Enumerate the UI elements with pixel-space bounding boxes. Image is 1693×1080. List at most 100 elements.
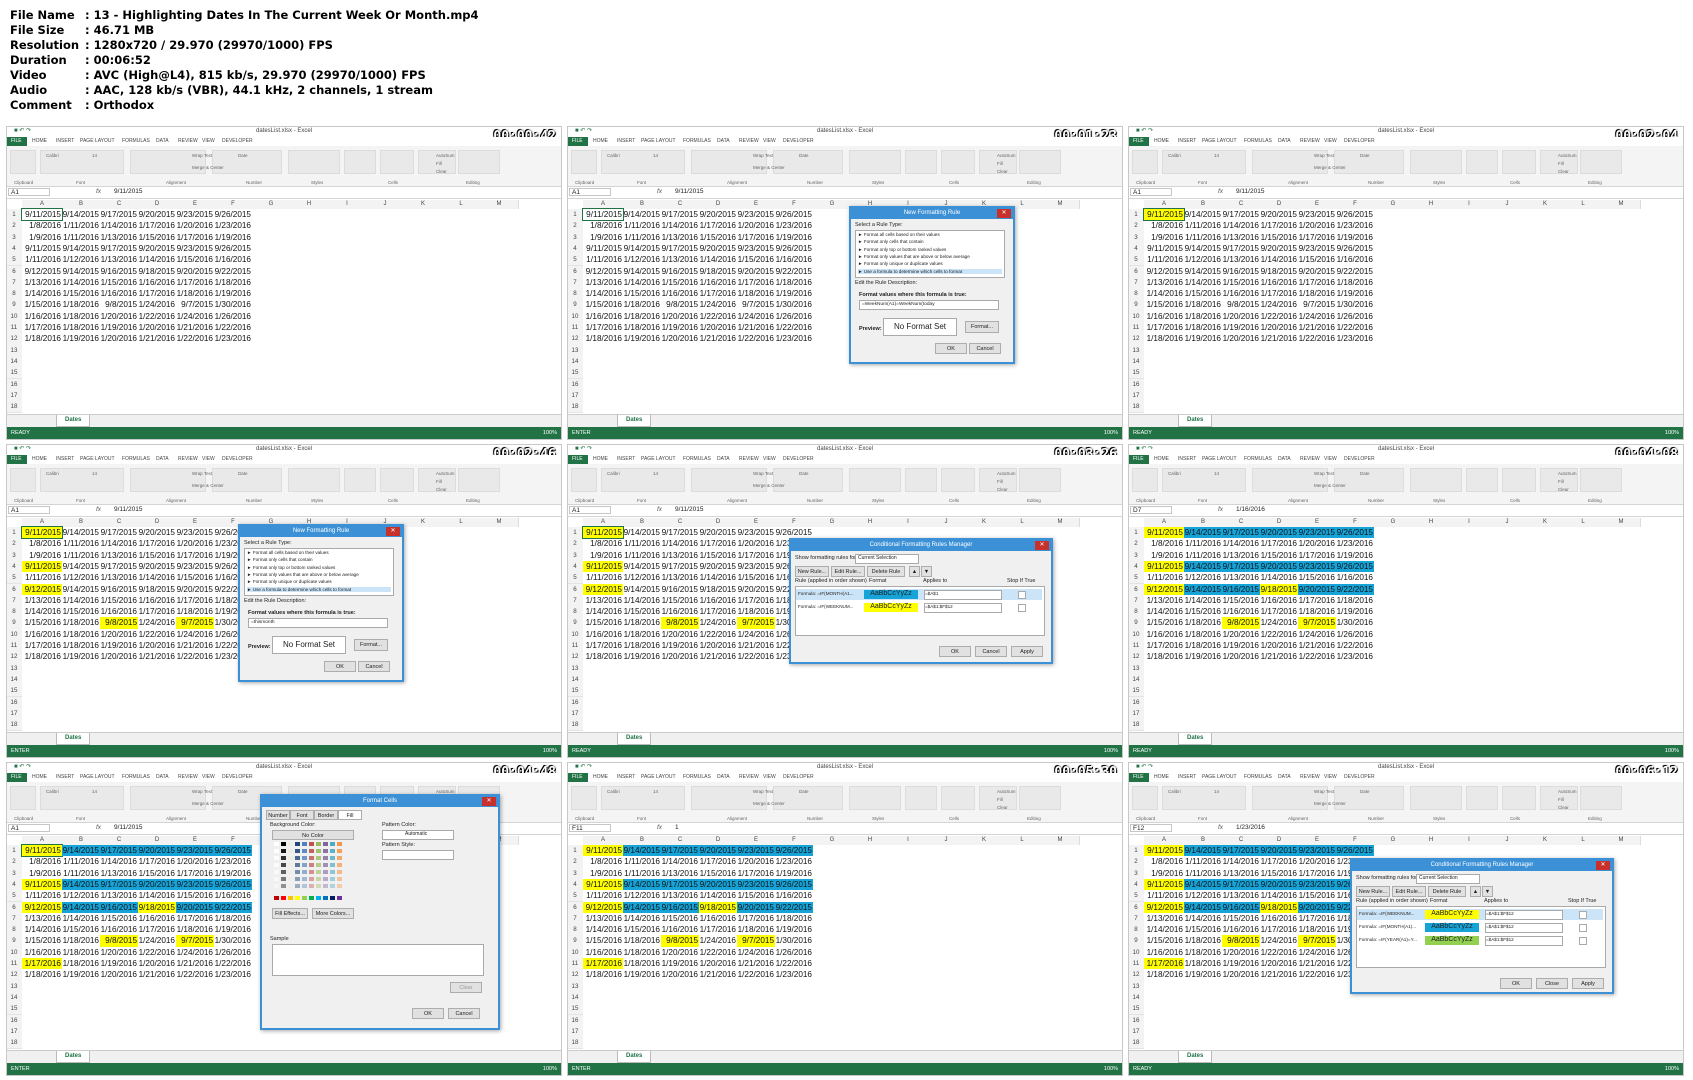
cell[interactable]: 1/15/2016 xyxy=(583,299,623,310)
cell[interactable]: 1/19/2016 xyxy=(1336,288,1374,299)
cell[interactable]: 9/23/2015 xyxy=(737,878,775,891)
cell[interactable]: 1/16/2016 xyxy=(1260,595,1298,606)
color-swatch[interactable] xyxy=(309,877,314,881)
column-header[interactable]: M xyxy=(1041,200,1080,209)
ribbon-control-group[interactable] xyxy=(1132,786,1158,810)
cell[interactable]: 1/8/2016 xyxy=(583,538,623,549)
column-header[interactable]: F xyxy=(214,836,253,845)
cell[interactable]: 1/15/2016 xyxy=(138,232,176,243)
zoom-level[interactable]: 100% xyxy=(1104,745,1118,758)
cell[interactable]: 9/23/2015 xyxy=(176,845,214,857)
ribbon-control-group[interactable] xyxy=(380,150,414,174)
cell[interactable]: 1/17/2016 xyxy=(1260,288,1298,299)
cell[interactable]: 1/16/2016 xyxy=(661,288,699,299)
cell[interactable]: 1/30/2016 xyxy=(1336,299,1374,310)
cell[interactable]: 9/14/2015 xyxy=(623,561,661,572)
cell[interactable]: 1/17/2016 xyxy=(737,277,775,288)
cell[interactable]: 1/18/2016 xyxy=(623,617,661,628)
merge-center-button[interactable]: Merge & Center xyxy=(1314,801,1346,806)
cell[interactable]: 9/11/2015 xyxy=(21,207,63,222)
cell[interactable]: 1/15/2016 xyxy=(100,595,138,606)
column-header[interactable]: M xyxy=(1602,836,1641,845)
cell[interactable]: 1/11/2016 xyxy=(62,220,100,231)
cell[interactable]: 1/20/2016 xyxy=(100,947,138,958)
cell[interactable]: 1/26/2016 xyxy=(214,311,252,322)
applies-to-field[interactable]: =$A$1:$F$12 xyxy=(924,603,1002,613)
cell[interactable]: 9/26/2015 xyxy=(775,845,813,857)
cell[interactable]: 9/23/2015 xyxy=(737,243,775,254)
cell[interactable]: 1/16/2016 xyxy=(1336,254,1374,265)
color-swatch[interactable] xyxy=(288,884,293,888)
color-swatch[interactable] xyxy=(274,849,279,853)
cell[interactable]: 1/17/2016 xyxy=(176,868,214,879)
cell[interactable]: 1/18/2016 xyxy=(623,311,661,322)
autosum-button[interactable]: AutoSum xyxy=(997,471,1016,476)
column-header[interactable]: E xyxy=(176,200,215,209)
merge-center-button[interactable]: Merge & Center xyxy=(1314,483,1346,488)
rule-type-item[interactable]: ► Format only unique or duplicate values xyxy=(858,261,943,266)
color-swatch[interactable] xyxy=(274,877,279,881)
ok-button[interactable]: OK xyxy=(935,343,967,354)
cell[interactable]: 9/7/2015 xyxy=(176,617,214,629)
cell[interactable]: 1/14/2016 xyxy=(699,254,737,265)
ribbon-tab-developer[interactable]: DEVELOPER xyxy=(783,774,814,780)
ribbon-tab-view[interactable]: VIEW xyxy=(202,774,215,780)
color-swatch[interactable] xyxy=(316,849,321,853)
cell[interactable]: 1/24/2016 xyxy=(1298,311,1336,322)
ribbon-tab-page-layout[interactable]: PAGE LAYOUT xyxy=(80,138,115,144)
cell[interactable]: 1/14/2016 xyxy=(661,856,699,867)
cell[interactable]: 1/11/2016 xyxy=(623,550,661,561)
cell[interactable]: 9/11/2015 xyxy=(1144,845,1184,857)
cell[interactable]: 1/22/2016 xyxy=(1336,640,1374,651)
cell[interactable]: 1/20/2016 xyxy=(1222,333,1260,344)
color-swatch[interactable] xyxy=(316,863,321,867)
ribbon-control-group[interactable] xyxy=(344,468,376,492)
ribbon-tab-data[interactable]: DATA xyxy=(717,138,730,144)
cell[interactable]: 1/24/2016 xyxy=(699,617,737,628)
ribbon-tab-view[interactable]: VIEW xyxy=(1324,774,1337,780)
cell[interactable]: 1/11/2016 xyxy=(1184,232,1222,243)
ribbon-tab-insert[interactable]: INSERT xyxy=(1178,774,1196,780)
color-swatch[interactable] xyxy=(281,877,286,881)
ribbon-control-group[interactable] xyxy=(571,150,597,174)
close-icon[interactable]: ✕ xyxy=(386,527,400,536)
cell[interactable]: 1/19/2016 xyxy=(661,640,699,651)
cell[interactable]: 1/26/2016 xyxy=(775,311,813,322)
ribbon-control-group[interactable] xyxy=(849,786,901,810)
cell[interactable]: 1/15/2016 xyxy=(1260,550,1298,561)
cell[interactable]: 9/11/2015 xyxy=(22,878,62,891)
cell[interactable]: 1/24/2016 xyxy=(176,947,214,958)
cell[interactable]: 9/26/2015 xyxy=(1336,527,1374,539)
column-header[interactable]: C xyxy=(100,518,139,527)
ribbon-tab-formulas[interactable]: FORMULAS xyxy=(122,774,150,780)
cell[interactable]: 9/8/2015 xyxy=(661,617,699,629)
color-swatch[interactable] xyxy=(337,884,342,888)
cell[interactable]: 1/22/2016 xyxy=(699,311,737,322)
column-header[interactable]: B xyxy=(1184,836,1223,845)
formula-input[interactable]: 1 xyxy=(675,824,679,831)
color-swatch[interactable] xyxy=(274,863,279,867)
cell[interactable]: 1/22/2016 xyxy=(176,969,214,980)
cell[interactable]: 9/7/2015 xyxy=(1298,299,1336,310)
cell[interactable]: 1/17/2016 xyxy=(699,856,737,867)
row-header[interactable]: 18 xyxy=(1128,719,1144,732)
quick-access-toolbar[interactable]: ■ ↶ ↷ xyxy=(14,445,31,452)
ribbon-tab-insert[interactable]: INSERT xyxy=(56,774,74,780)
cell[interactable]: 9/26/2015 xyxy=(214,243,252,254)
cell[interactable]: 9/26/2015 xyxy=(214,209,252,220)
color-swatch[interactable] xyxy=(274,870,279,874)
wrap-text-button[interactable]: Wrap Text xyxy=(753,153,773,158)
rule-row[interactable]: Formula: =IF(WEEKNUM... AaBbCcYyZz =$A$1:$… xyxy=(796,602,1042,613)
cell[interactable]: 1/20/2016 xyxy=(1222,629,1260,640)
cell[interactable]: 1/14/2016 xyxy=(583,924,623,935)
cell[interactable]: 1/11/2016 xyxy=(1144,254,1184,265)
cell[interactable]: 9/12/2015 xyxy=(22,583,62,595)
font-name-box[interactable]: Calibri xyxy=(1168,153,1181,158)
color-swatch[interactable] xyxy=(337,849,342,853)
ribbon-tab-page-layout[interactable]: PAGE LAYOUT xyxy=(641,456,676,462)
cell[interactable]: 1/16/2016 xyxy=(1144,629,1184,640)
cell[interactable]: 9/14/2015 xyxy=(1184,560,1222,573)
font-size-box[interactable]: 14 xyxy=(1214,153,1219,158)
cell[interactable]: 1/14/2016 xyxy=(100,538,138,549)
cell[interactable]: 9/14/2015 xyxy=(1184,583,1222,595)
